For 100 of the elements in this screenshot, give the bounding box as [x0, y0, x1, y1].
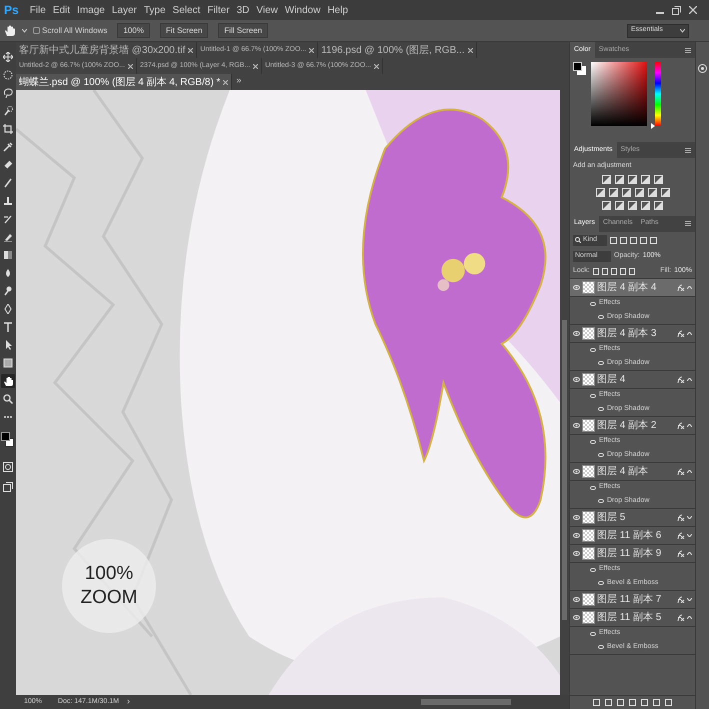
layer-name: 图层 4 副本 3 — [597, 326, 656, 340]
screen-mode-icon[interactable] — [3, 482, 13, 492]
eye-icon[interactable] — [573, 614, 580, 620]
layer-row[interactable]: 图层 4 副本 2 — [570, 416, 695, 434]
close-icon[interactable] — [188, 48, 194, 52]
close-icon[interactable] — [223, 80, 228, 84]
quick-mask-icon[interactable] — [3, 462, 13, 472]
caret-icon — [680, 28, 685, 32]
menu-item[interactable]: Image — [77, 2, 105, 18]
history-brush-icon — [3, 214, 13, 224]
zoom-icon — [3, 394, 13, 404]
document-tab[interactable]: 蝴蝶兰.psd @ 100% (图层 4 副本 4, RGB/8) * — [16, 74, 232, 90]
layer-thumbnail — [582, 464, 595, 478]
panel-menu-icon[interactable] — [685, 148, 691, 152]
caret-icon[interactable] — [687, 552, 692, 554]
eye-icon[interactable] — [590, 568, 596, 572]
menu-item[interactable]: View — [256, 2, 278, 18]
rectangle-icon — [3, 358, 13, 368]
eye-icon[interactable] — [573, 422, 580, 428]
close-icon[interactable] — [689, 6, 697, 14]
layer-row[interactable]: 图层 11 副本 9 — [570, 544, 695, 562]
eye-icon[interactable] — [598, 407, 604, 411]
close-icon[interactable] — [309, 48, 314, 52]
horizontal-scrollbar[interactable] — [421, 699, 511, 705]
layer-row[interactable]: 图层 4 副本 4 — [570, 278, 695, 296]
eye-icon[interactable] — [598, 499, 604, 503]
eye-icon[interactable] — [598, 361, 604, 365]
eye-icon[interactable] — [598, 315, 604, 319]
layer-row[interactable]: 图层 11 副本 5 — [570, 608, 695, 626]
panel-menu-icon[interactable] — [685, 48, 691, 52]
menu-item[interactable]: Window — [284, 2, 320, 18]
menu-item[interactable]: 3D — [236, 2, 250, 18]
layer-name: 图层 5 — [597, 510, 626, 524]
layer-thumbnail — [582, 326, 595, 340]
eye-icon[interactable] — [573, 468, 580, 474]
eye-icon[interactable] — [598, 453, 604, 457]
menu-item[interactable]: File — [30, 2, 46, 18]
caret-icon[interactable] — [687, 470, 692, 472]
close-icon[interactable] — [128, 64, 133, 68]
eye-icon[interactable] — [590, 440, 596, 444]
app-logo[interactable]: Ps — [4, 1, 19, 19]
layer-row[interactable]: 图层 4 副本 3 — [570, 324, 695, 342]
close-icon[interactable] — [374, 64, 380, 68]
layer-row[interactable]: 图层 4 副本 — [570, 462, 695, 480]
option-button[interactable]: 100% — [117, 23, 150, 38]
close-icon[interactable] — [468, 48, 473, 52]
caret-icon[interactable] — [687, 424, 692, 426]
caret-icon[interactable] — [687, 286, 692, 288]
color-picker-field[interactable] — [591, 62, 647, 126]
eye-icon[interactable] — [590, 302, 596, 306]
status-menu-arrow[interactable]: › — [127, 695, 130, 709]
foreground-background-swatch[interactable] — [573, 62, 587, 76]
menu-item[interactable]: Filter — [207, 2, 230, 18]
eye-icon[interactable] — [573, 596, 580, 602]
eye-icon[interactable] — [573, 550, 580, 556]
caret-icon[interactable] — [687, 616, 692, 618]
eye-icon[interactable] — [573, 376, 580, 382]
dodge-icon — [3, 286, 13, 296]
layer-row[interactable]: 图层 5 — [570, 508, 695, 526]
eye-icon[interactable] — [590, 486, 596, 490]
menu-item[interactable]: Help — [327, 2, 348, 18]
menu-item[interactable]: Layer — [112, 2, 137, 18]
layer-row[interactable]: 图层 4 — [570, 370, 695, 388]
panel-menu-icon[interactable] — [685, 221, 691, 226]
caret-icon[interactable] — [687, 516, 692, 518]
option-button[interactable]: Fill Screen — [218, 23, 268, 38]
layer-row[interactable]: 图层 11 副本 7 — [570, 590, 695, 608]
eye-icon[interactable] — [573, 532, 580, 538]
menu-item[interactable]: Type — [144, 2, 166, 18]
eye-icon[interactable] — [598, 645, 604, 649]
eye-icon[interactable] — [573, 514, 580, 520]
caret-icon[interactable] — [687, 534, 692, 536]
layer-row[interactable]: 图层 11 副本 6 — [570, 526, 695, 544]
layer-thumbnail — [582, 546, 595, 560]
caret-icon[interactable] — [22, 28, 27, 32]
layer-thumbnail — [582, 610, 595, 624]
close-icon[interactable] — [253, 64, 258, 68]
color-swatches[interactable] — [1, 432, 15, 448]
caret-icon[interactable] — [687, 332, 692, 334]
overflow-button[interactable]: » — [232, 74, 246, 90]
eye-icon[interactable] — [590, 348, 596, 352]
caret-icon[interactable] — [687, 598, 692, 600]
eye-icon[interactable] — [590, 632, 596, 636]
eye-icon[interactable] — [590, 394, 596, 398]
eye-icon[interactable] — [573, 330, 580, 336]
crop-icon — [3, 124, 13, 134]
caret-icon[interactable] — [687, 378, 692, 380]
hand-icon[interactable] — [4, 24, 16, 36]
document-tab[interactable]: 客厅新中式儿童房背景墙 @30x200.tif — [16, 42, 198, 58]
layer-thumbnail — [582, 280, 595, 294]
eye-icon[interactable] — [598, 581, 604, 585]
menu-item[interactable]: Select — [172, 2, 200, 18]
checkbox[interactable] — [33, 27, 40, 34]
restore-icon[interactable] — [672, 6, 681, 14]
eye-icon[interactable] — [573, 284, 580, 290]
option-button[interactable]: Fit Screen — [160, 23, 208, 38]
menu-item[interactable]: Edit — [52, 2, 70, 18]
hue-slider-thumb[interactable] — [651, 123, 655, 129]
layer-thumbnail — [582, 528, 595, 542]
libraries-icon[interactable] — [698, 64, 707, 73]
